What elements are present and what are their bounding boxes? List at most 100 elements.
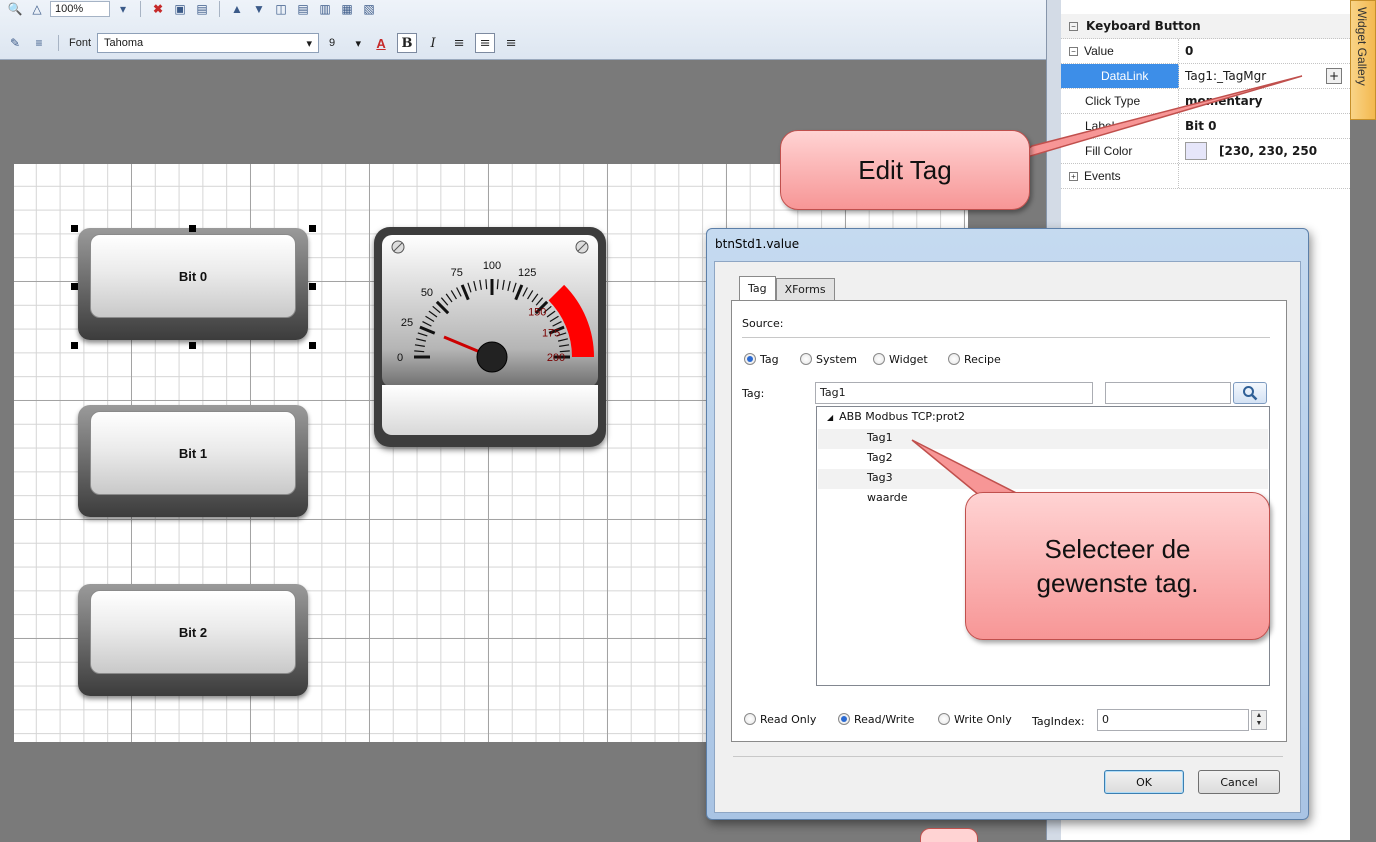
ungroup-icon[interactable]: ▤ <box>193 0 211 18</box>
tagindex-spinner[interactable]: ▲ ▼ <box>1251 710 1267 730</box>
radio-label: System <box>816 353 858 366</box>
font-family-select[interactable]: Tahoma ▾ <box>97 33 320 53</box>
keyboard-button-bit0[interactable]: Bit 0 <box>78 228 308 340</box>
distribute-icon[interactable]: ▥ <box>316 0 334 18</box>
property-value[interactable]: Bit 0 <box>1179 114 1350 138</box>
gauge-tick-label: 100 <box>483 260 501 272</box>
selection-handle[interactable] <box>309 225 316 232</box>
selection-handle[interactable] <box>189 225 196 232</box>
selection-handle[interactable] <box>309 283 316 290</box>
collapse-arrow-icon[interactable]: ◢ <box>827 413 833 422</box>
tag-filter-input[interactable] <box>1105 382 1231 404</box>
tree-node-root[interactable]: ◢ ABB Modbus TCP:prot2 <box>827 410 965 423</box>
property-row-datalink[interactable]: DataLink Tag1:_TagMgr + <box>1061 64 1350 89</box>
property-name: Value <box>1084 44 1114 58</box>
property-row-events[interactable]: + Events <box>1061 164 1350 189</box>
selection-handle[interactable] <box>71 283 78 290</box>
font-color-icon[interactable]: A <box>371 33 391 53</box>
bold-button[interactable]: B <box>397 33 418 53</box>
radio-source-recipe[interactable]: Recipe <box>948 353 1001 366</box>
tag-label: Tag: <box>742 387 765 400</box>
keyboard-button-bit2[interactable]: Bit 2 <box>78 584 308 696</box>
radio-label: Recipe <box>964 353 1001 366</box>
font-family-value: Tahoma <box>104 37 144 49</box>
tree-node-label: ABB Modbus TCP:prot2 <box>839 410 966 423</box>
widget-gallery-tab[interactable]: Widget Gallery <box>1350 0 1376 120</box>
property-name: Fill Color <box>1085 144 1133 158</box>
keyboard-button-bit1[interactable]: Bit 1 <box>78 405 308 517</box>
radio-indicator <box>948 353 960 365</box>
property-row-fillcolor[interactable]: Fill Color [230, 230, 250 <box>1061 139 1350 164</box>
align-right-icon[interactable]: ≡ <box>501 33 521 53</box>
chevron-down-icon[interactable]: ▾ <box>114 0 132 18</box>
radio-source-system[interactable]: System <box>800 353 857 366</box>
delete-icon[interactable]: ✖ <box>149 0 167 18</box>
tab-xforms[interactable]: XForms <box>775 278 835 300</box>
property-row-label[interactable]: Label Bit 0 <box>1061 114 1350 139</box>
tree-item-tag3[interactable]: Tag3 <box>867 471 893 484</box>
property-row-value[interactable]: − Value 0 <box>1061 39 1350 64</box>
order-icon[interactable]: ◫ <box>272 0 290 18</box>
selection-handle[interactable] <box>189 342 196 349</box>
selection-handle[interactable] <box>309 342 316 349</box>
bring-front-icon[interactable]: ▲ <box>228 0 246 18</box>
property-value[interactable]: [230, 230, 250 <box>1219 144 1317 158</box>
chevron-down-icon: ▾ <box>306 37 313 50</box>
pan-icon[interactable]: △ <box>28 0 46 18</box>
gauge-tick-label: 75 <box>451 267 463 279</box>
tree-item-waarde[interactable]: waarde <box>867 491 908 504</box>
rotate-icon[interactable]: ▧ <box>360 0 378 18</box>
button-label: Bit 2 <box>90 590 296 674</box>
tree-item-tag1[interactable]: Tag1 <box>867 431 893 444</box>
radio-source-tag[interactable]: Tag <box>744 353 779 366</box>
tagindex-input[interactable]: 0 <box>1097 709 1249 731</box>
property-value[interactable]: momentary <box>1179 89 1350 113</box>
align-center-icon[interactable]: ≡ <box>475 33 496 53</box>
radio-read-write[interactable]: Read/Write <box>838 713 914 726</box>
selection-handle[interactable] <box>71 342 78 349</box>
radio-indicator <box>800 353 812 365</box>
ok-button[interactable]: OK <box>1104 770 1184 794</box>
line-style-icon[interactable]: ≡ <box>30 34 48 52</box>
gauge-hub <box>476 341 508 373</box>
selection-handle[interactable] <box>71 225 78 232</box>
size-icon[interactable]: ▦ <box>338 0 356 18</box>
fill-color-icon[interactable]: ✎ <box>6 34 24 52</box>
property-value[interactable]: Tag1:_TagMgr <box>1185 69 1266 83</box>
group-icon[interactable]: ▣ <box>171 0 189 18</box>
property-section-header[interactable]: − Keyboard Button <box>1061 14 1350 39</box>
tag-input[interactable]: Tag1 <box>815 382 1093 404</box>
font-size-select[interactable]: 9 ▾ <box>325 33 365 53</box>
toolbar-separator <box>219 1 220 17</box>
collapse-icon[interactable]: − <box>1069 46 1078 56</box>
property-value[interactable]: 0 <box>1179 39 1350 63</box>
radio-source-widget[interactable]: Widget <box>873 353 928 366</box>
align-left-icon[interactable]: ≡ <box>449 33 469 53</box>
color-swatch[interactable] <box>1185 142 1207 160</box>
collapse-icon[interactable]: − <box>1069 21 1078 31</box>
property-row-clicktype[interactable]: Click Type momentary <box>1061 89 1350 114</box>
widget-gallery-label: Widget Gallery <box>1355 7 1369 86</box>
dialog-tabs: Tag XForms <box>739 276 835 300</box>
property-name: Label <box>1085 119 1115 133</box>
zoom-select[interactable]: 100% <box>50 1 110 17</box>
edit-tag-button[interactable]: + <box>1326 68 1342 84</box>
zoom-icon[interactable]: 🔍 <box>6 0 24 18</box>
radio-write-only[interactable]: Write Only <box>938 713 1012 726</box>
expand-icon[interactable]: + <box>1069 171 1078 181</box>
section-title: Keyboard Button <box>1086 19 1201 33</box>
send-back-icon[interactable]: ▼ <box>250 0 268 18</box>
radio-label: Widget <box>889 353 928 366</box>
gauge-label-area <box>382 385 598 435</box>
cancel-button[interactable]: Cancel <box>1198 770 1280 794</box>
tree-item-tag2[interactable]: Tag2 <box>867 451 893 464</box>
toolbar-area: 🔍 △ 100% ▾ ✖ ▣ ▤ ▲ ▼ ◫ ▤ ▥ ▦ ▧ ✎ ≡ Font … <box>0 0 1046 60</box>
font-label: Font <box>69 37 92 49</box>
radio-read-only[interactable]: Read Only <box>744 713 816 726</box>
gauge-widget[interactable]: 0 25 50 75 100 125 150 175 200 <box>374 227 606 447</box>
search-button[interactable] <box>1233 382 1267 404</box>
chevron-down-icon: ▾ <box>355 37 362 50</box>
align-icon[interactable]: ▤ <box>294 0 312 18</box>
italic-button[interactable]: I <box>423 33 443 53</box>
tab-tag[interactable]: Tag <box>739 276 776 300</box>
